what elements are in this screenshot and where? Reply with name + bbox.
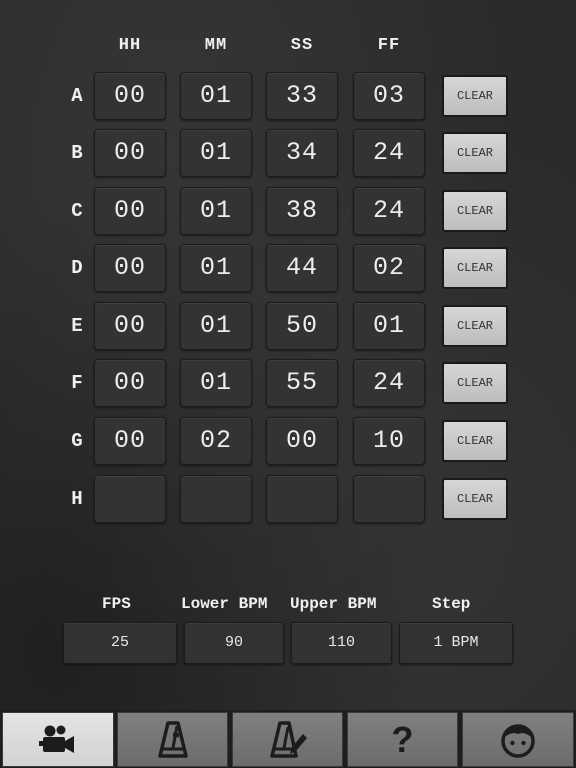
seconds-field-b[interactable]: 34 (266, 129, 338, 177)
row-label-e: E (71, 315, 83, 337)
lower-bpm-label: Lower BPM (181, 595, 268, 613)
metronome-edit-icon (268, 720, 308, 760)
clear-button-h[interactable]: CLEAR (442, 478, 508, 520)
clear-button-f[interactable]: CLEAR (442, 362, 508, 404)
minutes-field-d[interactable]: 01 (180, 244, 252, 292)
frames-field-a[interactable]: 03 (353, 72, 425, 120)
seconds-field-e[interactable]: 50 (266, 302, 338, 350)
help-icon: ? (383, 718, 423, 760)
frames-field-b[interactable]: 24 (353, 129, 425, 177)
minutes-field-a[interactable]: 01 (180, 72, 252, 120)
minutes-field-f[interactable]: 01 (180, 359, 252, 407)
minutes-field-h[interactable] (180, 475, 252, 523)
column-header-ff: FF (377, 36, 401, 55)
hours-field-f[interactable]: 00 (94, 359, 166, 407)
column-header-mm: MM (204, 36, 228, 55)
tab-about[interactable] (462, 712, 574, 767)
upper-bpm-label: Upper BPM (290, 595, 377, 613)
row-label-c: C (71, 200, 83, 222)
seconds-field-g[interactable]: 00 (266, 417, 338, 465)
seconds-field-f[interactable]: 55 (266, 359, 338, 407)
frames-field-d[interactable]: 02 (353, 244, 425, 292)
row-label-g: G (71, 430, 83, 452)
step-field[interactable]: 1 BPM (399, 622, 513, 664)
clear-button-b[interactable]: CLEAR (442, 132, 508, 174)
upper-bpm-field[interactable]: 110 (291, 622, 392, 664)
minutes-field-g[interactable]: 02 (180, 417, 252, 465)
seconds-field-d[interactable]: 44 (266, 244, 338, 292)
help-glyph: ? (391, 718, 414, 760)
hours-field-e[interactable]: 00 (94, 302, 166, 350)
column-header-hh: HH (118, 36, 142, 55)
step-label: Step (432, 595, 471, 613)
tab-metronome-edit[interactable] (232, 712, 343, 767)
tab-bar: ? (0, 710, 576, 768)
clear-button-a[interactable]: CLEAR (442, 75, 508, 117)
tab-timecode[interactable] (2, 712, 114, 767)
hours-field-c[interactable]: 00 (94, 187, 166, 235)
hours-field-d[interactable]: 00 (94, 244, 166, 292)
seconds-field-c[interactable]: 38 (266, 187, 338, 235)
hours-field-g[interactable]: 00 (94, 417, 166, 465)
row-label-d: D (71, 257, 83, 279)
row-label-f: F (71, 372, 83, 394)
clear-button-d[interactable]: CLEAR (442, 247, 508, 289)
frames-field-e[interactable]: 01 (353, 302, 425, 350)
tab-help[interactable]: ? (347, 712, 458, 767)
column-header-ss: SS (290, 36, 314, 55)
row-label-a: A (71, 85, 83, 107)
fps-field[interactable]: 25 (63, 622, 177, 664)
clear-button-g[interactable]: CLEAR (442, 420, 508, 462)
hours-field-h[interactable] (94, 475, 166, 523)
seconds-field-a[interactable]: 33 (266, 72, 338, 120)
tab-metronome[interactable] (117, 712, 228, 767)
frames-field-g[interactable]: 10 (353, 417, 425, 465)
fps-label: FPS (102, 595, 131, 613)
hours-field-b[interactable]: 00 (94, 129, 166, 177)
row-label-b: B (71, 142, 83, 164)
hours-field-a[interactable]: 00 (94, 72, 166, 120)
lower-bpm-field[interactable]: 90 (184, 622, 284, 664)
frames-field-f[interactable]: 24 (353, 359, 425, 407)
minutes-field-e[interactable]: 01 (180, 302, 252, 350)
seconds-field-h[interactable] (266, 475, 338, 523)
minutes-field-c[interactable]: 01 (180, 187, 252, 235)
video-camera-icon (38, 720, 78, 760)
frames-field-h[interactable] (353, 475, 425, 523)
frames-field-c[interactable]: 24 (353, 187, 425, 235)
clear-button-e[interactable]: CLEAR (442, 305, 508, 347)
minutes-field-b[interactable]: 01 (180, 129, 252, 177)
metronome-icon (153, 720, 193, 760)
row-label-h: H (71, 488, 83, 510)
clear-button-c[interactable]: CLEAR (442, 190, 508, 232)
face-icon (498, 720, 538, 760)
